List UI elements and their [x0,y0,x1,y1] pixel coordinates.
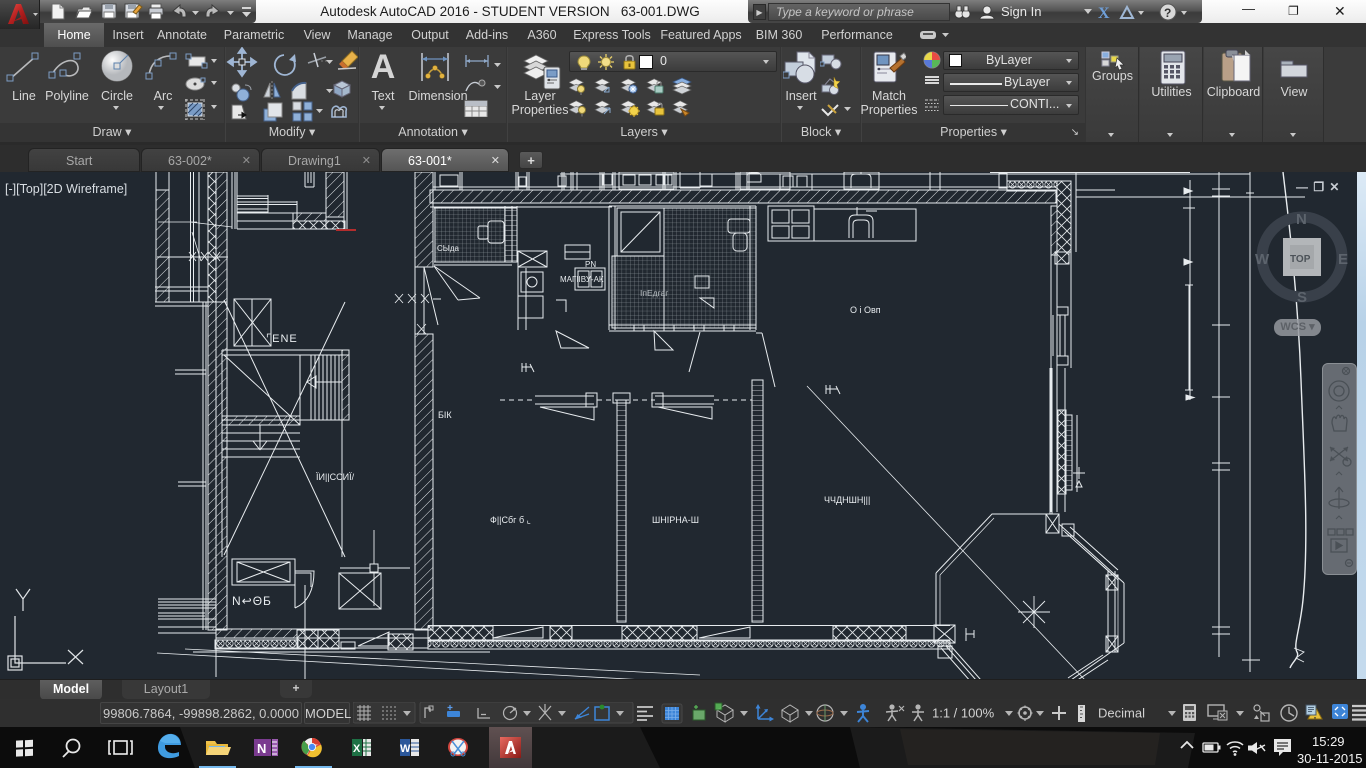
svg-text:МАГІІВУ-АК: МАГІІВУ-АК [560,275,604,284]
svg-text:БІК: БІК [438,410,452,420]
svg-text:30-11-2015: 30-11-2015 [1297,751,1363,766]
svg-text:N: N [1296,211,1307,228]
svg-text:N↩ΘБ: N↩ΘБ [232,594,272,608]
svg-text:ШНІРНА-Ш: ШНІРНА-Ш [652,515,699,525]
svg-text:S: S [1297,289,1307,306]
svg-text:X: X [353,743,361,755]
svg-text:15:29: 15:29 [1312,734,1345,749]
svg-text:ІпЕдгаг: ІпЕдгаг [640,288,668,298]
svg-text:ЇИ||ССИЇ/: ЇИ||ССИЇ/ [316,472,355,482]
svg-text:Decimal: Decimal [1098,706,1145,721]
svg-text:О і Овп: О і Овп [850,305,881,315]
svg-text:СЫда: СЫда [437,244,460,253]
svg-text:W: W [1255,251,1270,268]
svg-text:X: X [1098,5,1110,22]
svg-text:1:1 / 100%: 1:1 / 100% [932,706,995,721]
svg-text:E: E [1338,251,1348,268]
svg-text:TOP: TOP [1290,254,1311,265]
svg-text:N: N [257,741,266,756]
svg-text:Ф||Сбг б ⌞: Ф||Сбг б ⌞ [490,515,531,525]
svg-text:⌜ΕNΕ: ⌜ΕNΕ [266,333,298,345]
svg-text:W: W [400,743,411,755]
svg-text:РN: РN [585,260,596,269]
svg-text:ЧЧДНШН|||: ЧЧДНШН||| [824,495,870,505]
svg-text:?: ? [1164,6,1171,20]
